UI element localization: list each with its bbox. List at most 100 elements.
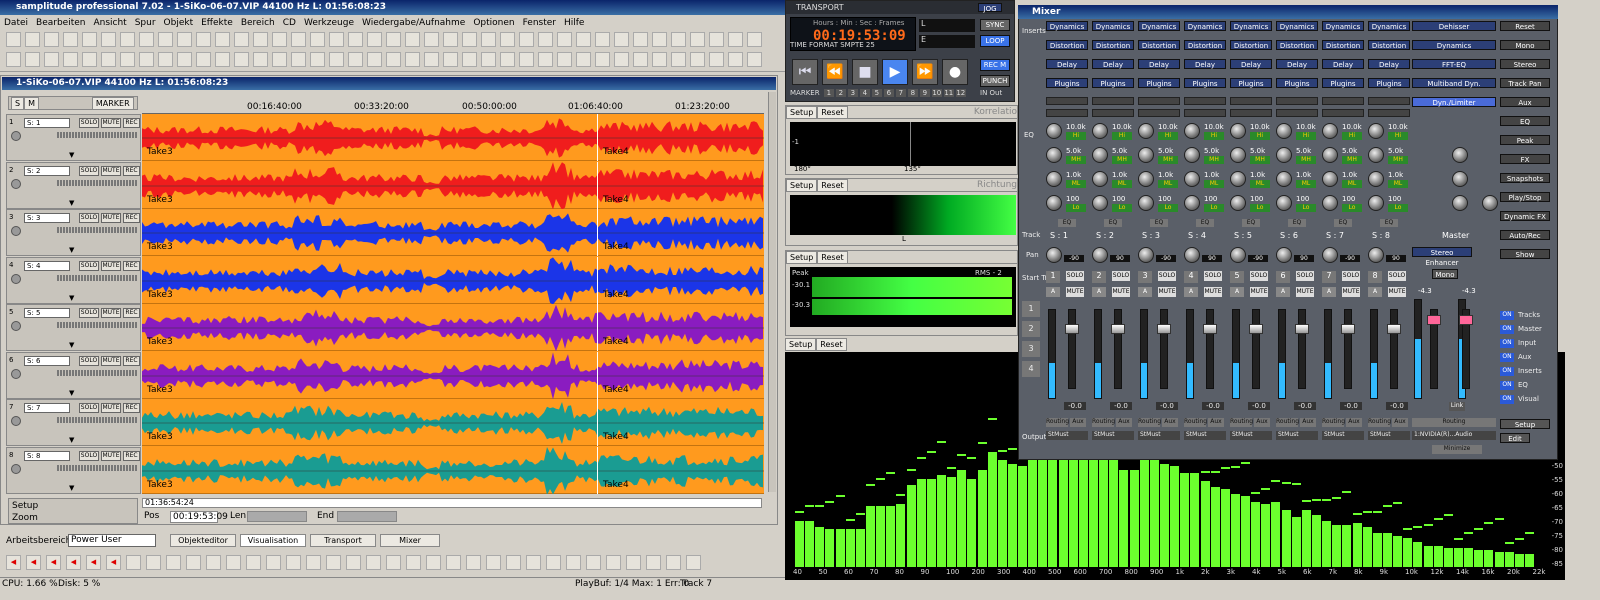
- eq-band-ml[interactable]: ML: [1342, 180, 1362, 188]
- toolbar-button[interactable]: [557, 32, 572, 47]
- toolbar-button[interactable]: [196, 52, 211, 67]
- marker-number[interactable]: 10: [931, 89, 942, 97]
- eq-knob[interactable]: [1322, 195, 1338, 211]
- locator-e[interactable]: E: [919, 35, 975, 48]
- show-on-toggle[interactable]: ON: [1500, 339, 1514, 348]
- track-rec-button[interactable]: REC: [123, 355, 140, 366]
- toolbar-button[interactable]: [253, 52, 268, 67]
- toolbar-button[interactable]: [44, 32, 59, 47]
- toolbar-button[interactable]: [291, 32, 306, 47]
- insert-plugins-button[interactable]: Plugins: [1092, 78, 1134, 88]
- fader-cap[interactable]: [1111, 324, 1125, 334]
- channel-mute-button[interactable]: MUTE: [1066, 287, 1084, 297]
- toolbar-button[interactable]: [443, 32, 458, 47]
- track-solo-button[interactable]: SOLO: [79, 165, 99, 176]
- time-format-row[interactable]: TIME FORMAT SMPTE 25: [790, 41, 916, 51]
- insert-dynamics-button[interactable]: Dynamics: [1276, 21, 1318, 31]
- master-fader-cap[interactable]: [1427, 315, 1441, 325]
- fader-cap[interactable]: [1203, 324, 1217, 334]
- output-select[interactable]: StMust: [1184, 431, 1226, 440]
- routing-button[interactable]: Routing: [1322, 418, 1345, 427]
- toolbar-button[interactable]: [196, 32, 211, 47]
- toolbar-button[interactable]: [310, 32, 325, 47]
- toolbar-button[interactable]: [633, 52, 648, 67]
- track-name-field[interactable]: S: 6: [24, 355, 70, 366]
- toolbar-button[interactable]: [519, 52, 534, 67]
- track-name-field[interactable]: S: 3: [24, 213, 70, 223]
- fader-cap[interactable]: [1157, 324, 1171, 334]
- transport-tool-button[interactable]: [306, 555, 321, 570]
- insert-distortion-button[interactable]: Distortion: [1092, 40, 1134, 50]
- transport-tool-button[interactable]: [686, 555, 701, 570]
- show-on-toggle[interactable]: ON: [1500, 325, 1514, 334]
- show-item[interactable]: Aux: [1518, 353, 1531, 361]
- eq-toggle-button[interactable]: EQ: [1196, 219, 1214, 227]
- routing-button[interactable]: Routing: [1184, 418, 1207, 427]
- eq-knob[interactable]: [1138, 123, 1154, 139]
- channel-solo-button[interactable]: SOLO: [1388, 271, 1406, 281]
- insert-dynamics-button[interactable]: Dynamics: [1092, 21, 1134, 31]
- insert-dynamics-button[interactable]: Dynamics: [1368, 21, 1410, 31]
- track-knob[interactable]: [11, 178, 21, 189]
- track-mute-button[interactable]: MUTE: [101, 450, 121, 461]
- eq-band-mh[interactable]: MH: [1250, 156, 1270, 164]
- insert-plugins-button[interactable]: Plugins: [1046, 78, 1088, 88]
- pos-value[interactable]: 00:19:53:09: [170, 511, 228, 523]
- track-rec-button[interactable]: REC: [123, 403, 140, 413]
- jog-button[interactable]: JOG: [978, 3, 1002, 13]
- marker-number[interactable]: 8: [907, 89, 918, 97]
- eq-band-lo[interactable]: Lo: [1296, 204, 1316, 212]
- marker-number[interactable]: 11: [943, 89, 954, 97]
- insert-slot[interactable]: [1230, 109, 1272, 117]
- transport-tool-button[interactable]: [426, 555, 441, 570]
- track-solo-button[interactable]: SOLO: [79, 355, 99, 366]
- eq-knob[interactable]: [1092, 147, 1108, 163]
- toolbar-button[interactable]: [557, 52, 572, 67]
- eq-knob[interactable]: [1322, 147, 1338, 163]
- toolbar-button[interactable]: [177, 32, 192, 47]
- insert-delay-button[interactable]: Delay: [1322, 59, 1364, 69]
- transport-tool-button[interactable]: [406, 555, 421, 570]
- show-on-toggle[interactable]: ON: [1500, 367, 1514, 376]
- track-knob[interactable]: [11, 416, 21, 426]
- transport-tool-button[interactable]: [326, 555, 341, 570]
- toolbar-button[interactable]: [234, 52, 249, 67]
- aux-button[interactable]: Aux: [1162, 418, 1178, 427]
- stop-button[interactable]: ■: [852, 59, 878, 85]
- menu-item[interactable]: Effekte: [197, 18, 237, 28]
- insert-distortion-button[interactable]: Distortion: [1046, 40, 1088, 50]
- routing-button[interactable]: Routing: [1276, 418, 1299, 427]
- insert-plugins-button[interactable]: Plugins: [1276, 78, 1318, 88]
- fast-forward-button[interactable]: ⏩: [912, 59, 938, 85]
- transport-tool-button[interactable]: [246, 555, 261, 570]
- toolbar-button[interactable]: [158, 52, 173, 67]
- eq-knob[interactable]: [1046, 123, 1062, 139]
- master-dyn-limiter-button[interactable]: Dyn./Limiter: [1412, 97, 1496, 107]
- track-lane[interactable]: Take3 Take4: [142, 399, 764, 446]
- transport-tool-button[interactable]: [366, 555, 381, 570]
- fader-cap[interactable]: [1065, 324, 1079, 334]
- eq-knob[interactable]: [1184, 123, 1200, 139]
- toolbar-button[interactable]: [747, 32, 762, 47]
- take-label-a[interactable]: Take3: [147, 290, 173, 300]
- insert-slot[interactable]: [1138, 109, 1180, 117]
- setup-button[interactable]: Setup: [1500, 419, 1550, 429]
- toolbar-button[interactable]: [82, 32, 97, 47]
- transport-tool-button[interactable]: [646, 555, 661, 570]
- toolbar-button[interactable]: [348, 52, 363, 67]
- toolbar-button[interactable]: [139, 52, 154, 67]
- transport-tool-button[interactable]: [286, 555, 301, 570]
- tab-objekteditor[interactable]: Objekteditor: [170, 534, 236, 547]
- eq-knob[interactable]: [1046, 171, 1062, 187]
- timeline-ruler[interactable]: 00:16:40:00 00:33:20:00 00:50:00:00 01:06:4…: [142, 92, 764, 114]
- eq-band-lo[interactable]: Lo: [1250, 204, 1270, 212]
- eq-toggle-button[interactable]: EQ: [1380, 219, 1398, 227]
- toolbar-button[interactable]: [63, 32, 78, 47]
- toolbar-button[interactable]: [538, 52, 553, 67]
- insert-distortion-button[interactable]: Distortion: [1276, 40, 1318, 50]
- eq-toggle-button[interactable]: EQ: [1242, 219, 1260, 227]
- marker-number[interactable]: 2: [835, 89, 846, 97]
- start-track-button[interactable]: 1: [1022, 301, 1040, 317]
- toolbar-button[interactable]: [424, 32, 439, 47]
- out-label[interactable]: Out: [990, 89, 1003, 97]
